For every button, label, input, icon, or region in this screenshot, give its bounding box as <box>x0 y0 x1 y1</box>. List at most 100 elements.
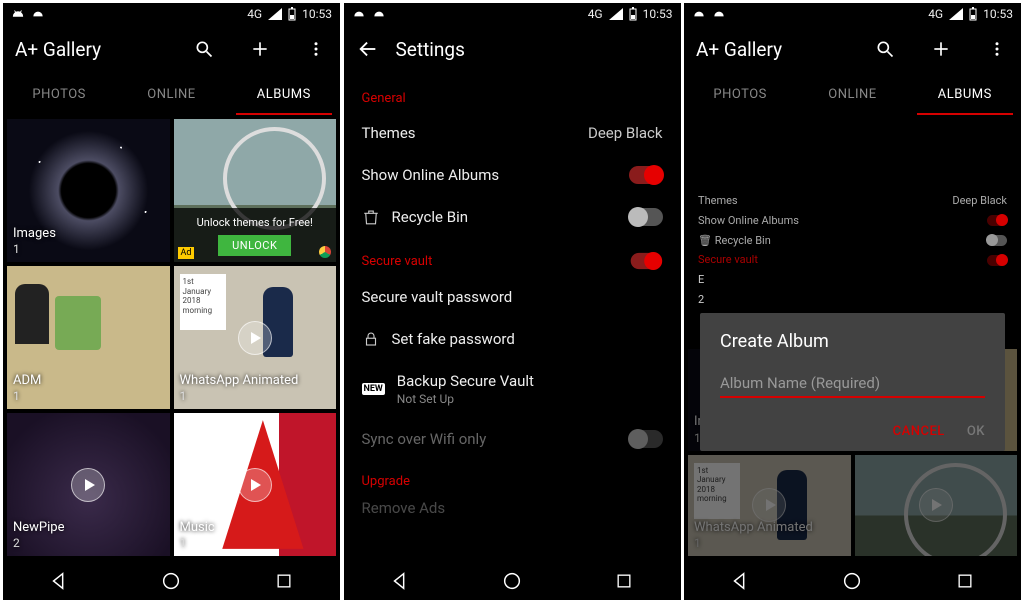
row-label: Recycle Bin <box>392 208 617 226</box>
tab-online[interactable]: ONLINE <box>115 73 227 115</box>
row-label: Show Online Albums <box>362 166 617 184</box>
settings-title: Settings <box>396 38 669 61</box>
album-adm[interactable]: ADM1 <box>7 266 170 409</box>
lock-icon <box>362 330 380 348</box>
clock: 10:53 <box>302 7 332 21</box>
album-count: 2 <box>13 536 65 552</box>
play-icon <box>71 468 105 502</box>
search-icon[interactable] <box>873 37 897 61</box>
back-button[interactable] <box>48 570 70 592</box>
row-label: Backup Secure Vault <box>397 372 534 390</box>
back-arrow-icon[interactable] <box>356 37 380 61</box>
battery-icon <box>629 7 637 21</box>
signal-icon <box>268 8 282 20</box>
tab-photos[interactable]: PHOTOS <box>3 73 115 115</box>
add-icon[interactable] <box>929 37 953 61</box>
album-images[interactable]: Images1 <box>7 119 170 262</box>
play-icon <box>238 321 272 355</box>
row-backup-vault[interactable]: NEW Backup Secure Vault Not Set Up <box>344 360 681 418</box>
notif-icon <box>11 8 25 20</box>
app-title: A+ Gallery <box>696 38 841 61</box>
row-label: Remove Ads <box>362 499 663 517</box>
album-newpipe[interactable]: NewPipe2 <box>7 413 170 556</box>
chrome-icon <box>319 246 331 258</box>
toggle-recycle[interactable] <box>629 208 663 226</box>
tab-online[interactable]: ONLINE <box>796 73 908 115</box>
home-button[interactable] <box>501 570 523 592</box>
section-secure: Secure vault <box>344 238 681 276</box>
play-icon <box>238 468 272 502</box>
overflow-icon[interactable] <box>304 37 328 61</box>
album-name: Images <box>13 226 56 241</box>
section-upgrade: Upgrade <box>344 460 681 495</box>
toggle-online[interactable] <box>629 166 663 184</box>
tab-albums[interactable]: ALBUMS <box>228 73 340 115</box>
nav-bar <box>3 560 340 600</box>
notif-icon <box>692 8 706 20</box>
clock: 10:53 <box>983 7 1013 21</box>
create-album-dialog: Create Album Album Name (Required) CANCE… <box>700 313 1005 451</box>
notif-icon-2 <box>372 8 386 20</box>
recents-button[interactable] <box>954 570 976 592</box>
nav-bar <box>344 560 681 600</box>
album-promo[interactable]: Unlock themes for Free! UNLOCK Ad <box>174 119 337 262</box>
row-vault-password[interactable]: Secure vault password <box>344 276 681 318</box>
overflow-icon[interactable] <box>985 37 1009 61</box>
tab-albums[interactable]: ALBUMS <box>909 73 1021 115</box>
row-wifi-sync: Sync over Wifi only <box>344 418 681 460</box>
search-icon[interactable] <box>192 37 216 61</box>
new-badge: NEW <box>362 383 385 395</box>
battery-icon <box>288 7 296 21</box>
ad-badge: Ad <box>178 247 195 259</box>
album-count: 1 <box>13 389 41 405</box>
promo-text: Unlock themes for Free! <box>178 216 333 229</box>
row-label: Secure vault password <box>362 288 663 306</box>
album-name: ADM <box>13 373 41 388</box>
row-online-albums[interactable]: Show Online Albums <box>344 154 681 196</box>
album-name-input[interactable]: Album Name (Required) <box>720 374 985 398</box>
screen-settings: 4G 10:53 Settings General Themes Deep Bl… <box>344 3 681 600</box>
battery-icon <box>969 7 977 21</box>
home-button[interactable] <box>841 570 863 592</box>
row-themes[interactable]: Themes Deep Black <box>344 112 681 154</box>
status-bar: 4G 10:53 <box>344 3 681 25</box>
recents-button[interactable] <box>273 570 295 592</box>
toggle-wifi <box>629 430 663 448</box>
tab-bar: PHOTOS ONLINE ALBUMS <box>684 73 1021 115</box>
tab-photos[interactable]: PHOTOS <box>684 73 796 115</box>
signal-icon <box>949 8 963 20</box>
screen-create-album: 4G 10:53 A+ Gallery PHOTOS ONLINE ALBUMS… <box>684 3 1021 600</box>
row-fake-password[interactable]: Set fake password <box>344 318 681 360</box>
album-music[interactable]: Music1 <box>174 413 337 556</box>
unlock-button[interactable]: UNLOCK <box>218 235 291 256</box>
ok-button[interactable]: OK <box>967 424 985 439</box>
network-label: 4G <box>928 7 943 21</box>
back-button[interactable] <box>389 570 411 592</box>
row-sublabel: Not Set Up <box>397 392 663 406</box>
sticky-note: 1stJanuary2018morning <box>180 274 226 330</box>
album-extra <box>855 455 1018 557</box>
nav-bar <box>684 560 1021 600</box>
promo-banner: Unlock themes for Free! UNLOCK Ad <box>174 208 337 262</box>
album-count: 1 <box>180 536 215 552</box>
app-title: A+ Gallery <box>15 38 160 61</box>
row-label: Themes <box>362 124 576 142</box>
dialog-title: Create Album <box>720 331 985 352</box>
bg-settings-peek: ThemesDeep Black Show Online Albums 🗑 Re… <box>684 185 1021 316</box>
add-icon[interactable] <box>248 37 272 61</box>
row-remove-ads[interactable]: Remove Ads <box>344 495 681 529</box>
recents-button[interactable] <box>613 570 635 592</box>
notif-icon-2 <box>712 8 726 20</box>
album-name: NewPipe <box>13 520 65 535</box>
album-whatsapp[interactable]: 1stJanuary2018morning WhatsApp Animated1 <box>174 266 337 409</box>
home-button[interactable] <box>160 570 182 592</box>
toggle-secure-vault[interactable] <box>630 253 661 269</box>
album-name: Music <box>180 520 215 535</box>
trash-icon <box>362 208 380 226</box>
app-bar: A+ Gallery <box>3 25 340 73</box>
back-button[interactable] <box>729 570 751 592</box>
row-recycle-bin[interactable]: Recycle Bin <box>344 196 681 238</box>
cancel-button[interactable]: CANCEL <box>893 424 945 439</box>
settings-list[interactable]: General Themes Deep Black Show Online Al… <box>344 73 681 560</box>
network-label: 4G <box>247 7 262 21</box>
